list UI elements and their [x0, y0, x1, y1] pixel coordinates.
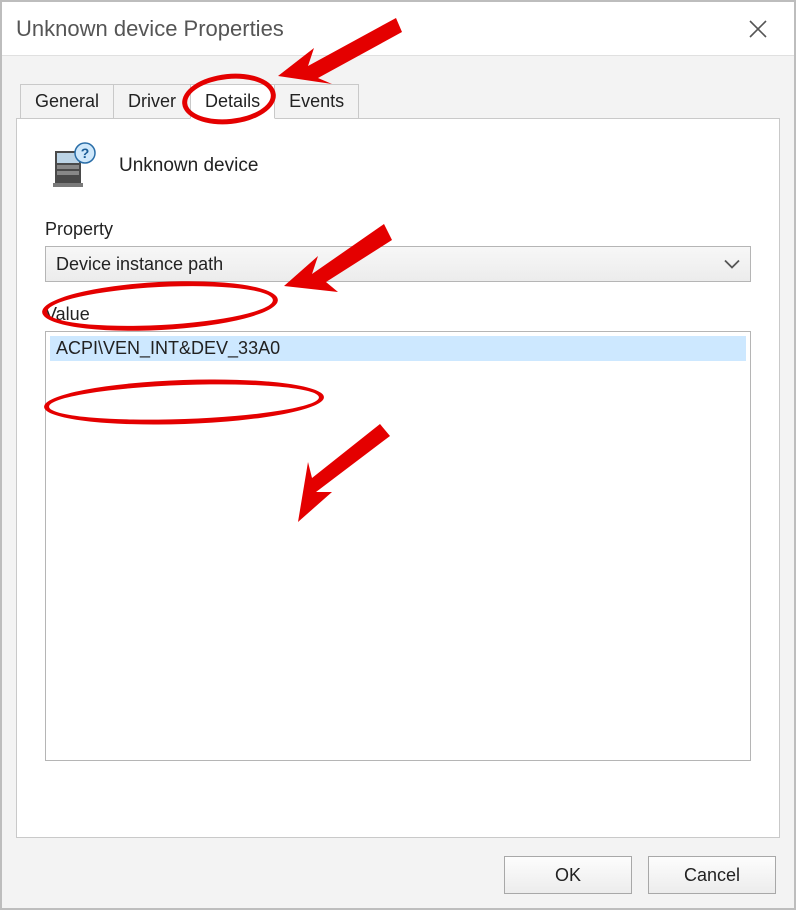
titlebar: Unknown device Properties: [2, 2, 794, 56]
device-header: ? Unknown device: [51, 141, 751, 191]
value-row[interactable]: ACPI\VEN_INT&DEV_33A0: [50, 336, 746, 361]
details-panel: ? Unknown device Property Device instanc…: [16, 118, 780, 838]
ok-button[interactable]: OK: [504, 856, 632, 894]
tab-strip: General Driver Details Events: [2, 84, 794, 118]
properties-dialog: Unknown device Properties General Driver…: [0, 0, 796, 910]
close-button[interactable]: [738, 9, 778, 49]
device-icon: ?: [51, 141, 97, 191]
tab-events[interactable]: Events: [274, 84, 359, 118]
close-icon: [748, 19, 768, 39]
cancel-button[interactable]: Cancel: [648, 856, 776, 894]
svg-text:?: ?: [81, 145, 90, 161]
property-dropdown[interactable]: Device instance path: [45, 246, 751, 282]
dialog-footer: OK Cancel: [504, 856, 776, 894]
value-label: Value: [45, 304, 751, 325]
chevron-down-icon: [724, 254, 740, 275]
tab-general[interactable]: General: [20, 84, 114, 118]
device-name: Unknown device: [119, 155, 258, 177]
property-dropdown-value: Device instance path: [56, 254, 223, 275]
window-title: Unknown device Properties: [16, 16, 738, 42]
tab-area: General Driver Details Events ?: [2, 84, 794, 838]
property-label: Property: [45, 219, 751, 240]
value-listbox[interactable]: ACPI\VEN_INT&DEV_33A0: [45, 331, 751, 761]
tab-details[interactable]: Details: [190, 84, 275, 119]
tab-driver[interactable]: Driver: [113, 84, 191, 118]
